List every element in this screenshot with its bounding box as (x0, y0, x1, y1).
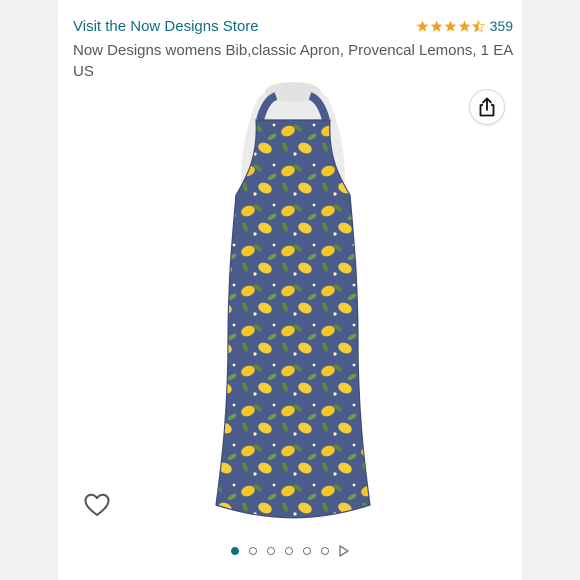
product-title: Now Designs womens Bib,classic Apron, Pr… (73, 42, 513, 80)
wishlist-button[interactable] (82, 490, 112, 520)
carousel-dot[interactable] (303, 547, 311, 555)
share-button[interactable] (469, 89, 505, 125)
star-icon (416, 20, 428, 32)
star-icon (458, 20, 470, 32)
rating[interactable]: 359 (416, 18, 513, 34)
star-half-icon (471, 19, 485, 32)
star-icon (430, 20, 442, 32)
heart-icon (84, 493, 110, 516)
store-link[interactable]: Visit the Now Designs Store (73, 18, 259, 35)
star-icon (444, 20, 456, 32)
product-image[interactable] (198, 80, 388, 520)
play-next-icon[interactable] (339, 545, 349, 557)
star-rating (416, 19, 485, 33)
store-rating-row: Visit the Now Designs Store 359 (73, 18, 513, 40)
carousel-dot[interactable] (267, 547, 275, 555)
rating-count[interactable]: 359 (490, 18, 513, 34)
carousel-dot[interactable] (249, 547, 257, 555)
carousel-dot[interactable] (321, 547, 329, 555)
carousel-dot[interactable] (231, 547, 239, 555)
share-icon (479, 97, 495, 117)
product-panel: Visit the Now Designs Store 359 Now Desi… (58, 0, 522, 580)
right-margin (522, 0, 580, 580)
left-margin (0, 0, 58, 580)
carousel-indicator (58, 544, 522, 558)
carousel-dot[interactable] (285, 547, 293, 555)
